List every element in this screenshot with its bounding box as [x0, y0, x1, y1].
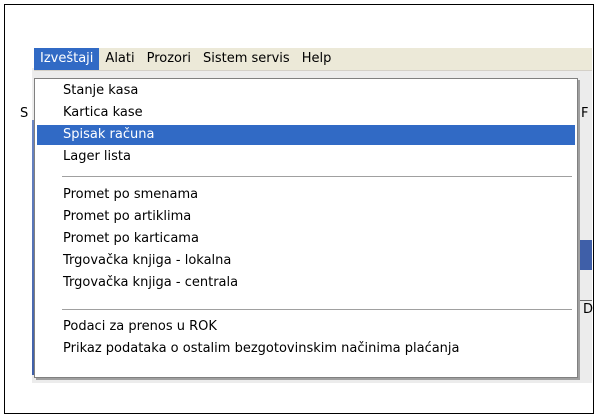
- menu-alati[interactable]: Alati: [99, 48, 140, 70]
- background-text-left: S: [20, 106, 29, 121]
- menu-separator: [62, 176, 572, 177]
- menu-prozori[interactable]: Prozori: [141, 48, 197, 70]
- menu-separator: [62, 309, 572, 310]
- background-panel-right: [580, 240, 592, 270]
- menu-item-spisak-racuna[interactable]: Spisak računa: [37, 125, 575, 145]
- menu-item-lager-lista[interactable]: Lager lista: [37, 147, 575, 167]
- background-text-right: F: [581, 106, 589, 121]
- menu-item-podaci-za-prenos-u-rok[interactable]: Podaci za prenos u ROK: [37, 317, 575, 337]
- menu-item-promet-po-artiklima[interactable]: Promet po artiklima: [37, 207, 575, 227]
- menu-item-prikaz-podataka-bezgotovinski[interactable]: Prikaz podataka o ostalim bezgotovinskim…: [37, 339, 575, 359]
- menu-item-kartica-kase[interactable]: Kartica kase: [37, 103, 575, 123]
- background-text-right-lower: D: [583, 302, 594, 317]
- menu-help[interactable]: Help: [296, 48, 338, 70]
- menu-item-promet-po-karticama[interactable]: Promet po karticama: [37, 229, 575, 249]
- izvestaji-dropdown-menu: Stanje kasa Kartica kase Spisak računa L…: [34, 78, 578, 378]
- menu-item-trgovacka-knjiga-centrala[interactable]: Trgovačka knjiga - centrala: [37, 273, 575, 293]
- menu-izvestaji[interactable]: Izveštaji: [34, 48, 100, 70]
- menu-bar: Izveštaji Alati Prozori Sistem servis He…: [34, 48, 592, 71]
- menu-item-promet-po-smenama[interactable]: Promet po smenama: [37, 185, 575, 205]
- menu-sistem-servis[interactable]: Sistem servis: [197, 48, 296, 70]
- menu-item-trgovacka-knjiga-lokalna[interactable]: Trgovačka knjiga - lokalna: [37, 251, 575, 271]
- menu-item-stanje-kasa[interactable]: Stanje kasa: [37, 81, 575, 101]
